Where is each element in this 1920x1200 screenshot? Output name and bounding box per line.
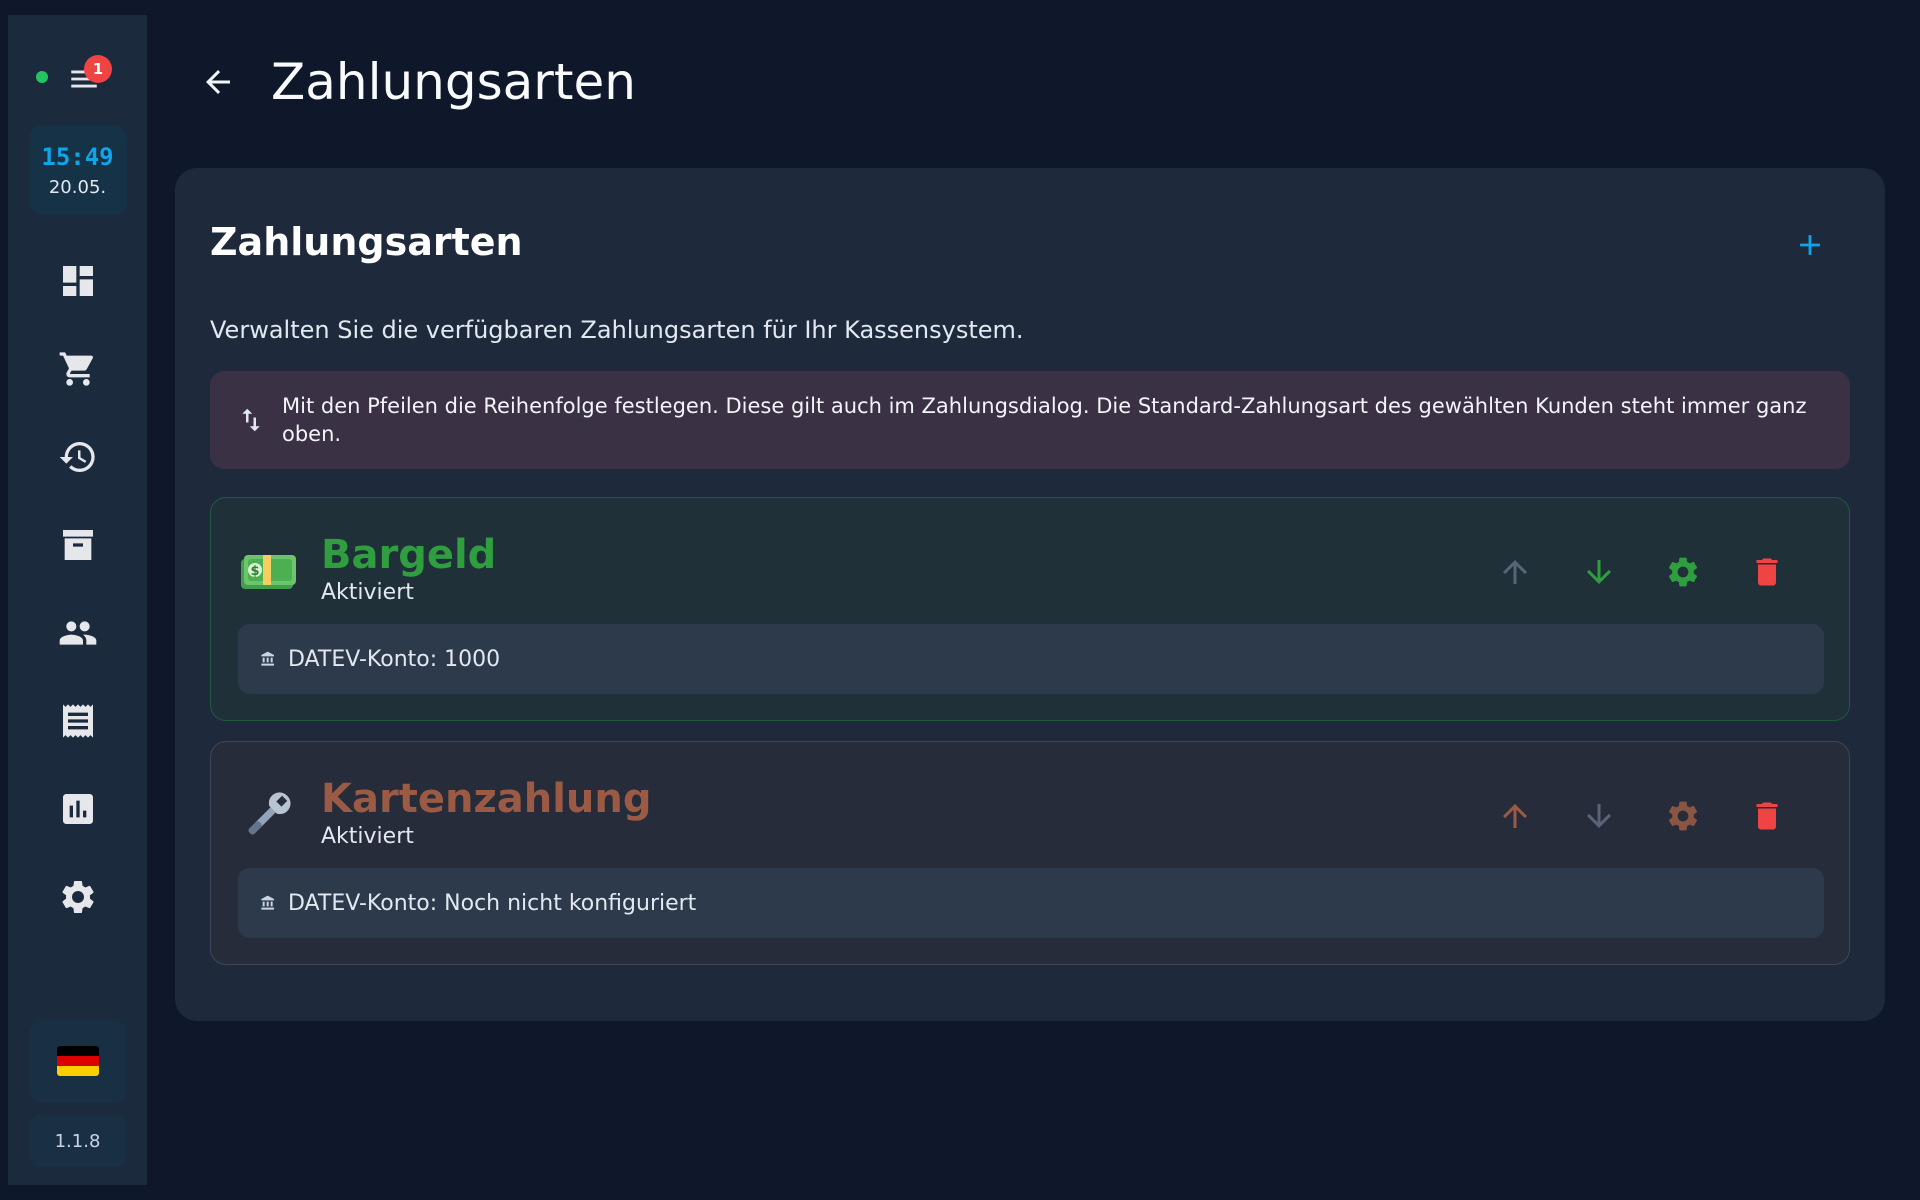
trash-icon [1756, 558, 1778, 586]
move-up-button[interactable] [1485, 786, 1545, 846]
cart-icon [59, 352, 93, 386]
settings-button[interactable] [1653, 542, 1713, 602]
datev-account-info: DATEV-Konto: 1000 [238, 624, 1824, 694]
arrow-up-icon [1503, 804, 1527, 828]
sidebar-item-reports[interactable] [28, 765, 128, 853]
bank-icon [261, 651, 274, 666]
language-button[interactable] [28, 1019, 127, 1103]
gear-icon [1668, 801, 1698, 831]
delete-button[interactable] [1737, 786, 1797, 846]
svg-text:$: $ [250, 564, 259, 579]
sidebar-item-receipts[interactable] [28, 677, 128, 765]
bank-icon [261, 895, 274, 910]
payment-method-status: Aktiviert [321, 824, 414, 849]
payment-method-actions [1461, 786, 1797, 846]
wrench-icon [239, 786, 297, 844]
gear-icon [61, 881, 94, 913]
card-title: Zahlungsarten [210, 220, 523, 264]
sort-hint-banner: Mit den Pfeilen die Reihenfolge festlege… [210, 371, 1850, 469]
move-up-button[interactable] [1485, 542, 1545, 602]
history-icon [59, 442, 95, 472]
payment-method-status: Aktiviert [321, 580, 414, 605]
notification-badge: 1 [84, 55, 112, 83]
back-button[interactable] [195, 59, 241, 105]
plus-icon [1800, 235, 1820, 255]
dashboard-icon [62, 266, 93, 296]
move-down-button[interactable] [1569, 542, 1629, 602]
sidebar-item-cart[interactable] [28, 325, 128, 413]
add-payment-method-button[interactable] [1785, 220, 1835, 270]
money-icon: $ [239, 542, 297, 600]
online-status-dot [36, 71, 48, 83]
sidebar-item-dashboard[interactable] [28, 237, 128, 325]
page-header: Zahlungsarten [195, 46, 636, 118]
receipt-icon [62, 704, 93, 738]
people-icon [59, 621, 96, 645]
card-subtitle: Verwalten Sie die verfügbaren Zahlungsar… [210, 316, 1024, 344]
payment-method-item: Kartenzahlung Aktiviert DATEV-Konto: Noc… [210, 741, 1850, 965]
move-down-button[interactable] [1569, 786, 1629, 846]
archive-icon [62, 530, 93, 560]
clock-time: 15:49 [41, 142, 114, 171]
sidebar-nav [28, 237, 128, 941]
arrow-up-icon [1503, 560, 1527, 584]
datev-account-info: DATEV-Konto: Noch nicht konfiguriert [238, 868, 1824, 938]
payment-method-actions [1461, 542, 1797, 602]
arrow-down-icon [1587, 804, 1611, 828]
datev-account-text: DATEV-Konto: 1000 [288, 646, 501, 672]
germany-flag-icon [56, 1046, 99, 1076]
sidebar-item-history[interactable] [28, 413, 128, 501]
swap-vertical-icon [242, 408, 260, 432]
sidebar-top: 1 [8, 15, 147, 111]
sidebar-item-customers[interactable] [28, 589, 128, 677]
delete-button[interactable] [1737, 542, 1797, 602]
sidebar-item-archive[interactable] [28, 501, 128, 589]
payment-method-item: $ Bargeld Aktiviert DATEV-Konto: 1000 [210, 497, 1850, 721]
gear-icon [1668, 557, 1698, 587]
chart-icon [62, 794, 93, 824]
page-title: Zahlungsarten [271, 53, 636, 111]
payment-method-name: Bargeld [321, 532, 497, 578]
trash-icon [1756, 802, 1778, 830]
payment-method-name: Kartenzahlung [321, 776, 652, 822]
app-version: 1.1.8 [28, 1115, 127, 1167]
sidebar-item-settings[interactable] [28, 853, 128, 941]
sidebar-bottom: 1.1.8 [28, 1019, 127, 1185]
arrow-down-icon [1587, 560, 1611, 584]
payment-methods-card: Zahlungsarten Verwalten Sie die verfügba… [175, 168, 1885, 1021]
clock-date: 20.05. [48, 176, 107, 198]
clock-widget: 15:49 20.05. [28, 125, 127, 215]
arrow-left-icon [206, 70, 230, 94]
datev-account-text: DATEV-Konto: Noch nicht konfiguriert [288, 890, 697, 916]
sidebar: 1 15:49 20.05. 1.1.8 [8, 15, 147, 1185]
sort-hint-text: Mit den Pfeilen die Reihenfolge festlege… [282, 394, 1807, 446]
settings-button[interactable] [1653, 786, 1713, 846]
